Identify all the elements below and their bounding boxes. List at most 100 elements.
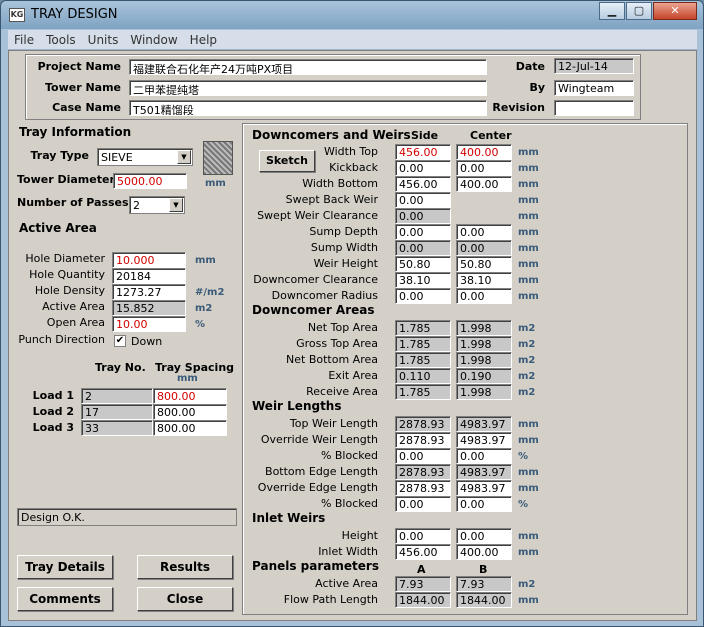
load-3-spacing[interactable]: 800.00 bbox=[153, 420, 227, 436]
load-2-spacing[interactable]: 800.00 bbox=[153, 404, 227, 420]
tray-spacing-unit: mm bbox=[177, 373, 198, 384]
dc_areas-side-3: 0.110 bbox=[395, 368, 451, 384]
case-name-label: Case Name bbox=[52, 101, 121, 114]
downcomers-unit-8: mm bbox=[518, 275, 539, 286]
downcomers-center-9[interactable]: 0.00 bbox=[456, 288, 512, 304]
inlet_weirs-side-1[interactable]: 456.00 bbox=[395, 544, 451, 560]
minimize-icon[interactable]: ▁ bbox=[599, 2, 625, 20]
weir_lengths-side-1[interactable]: 2878.93 bbox=[395, 432, 451, 448]
weir_lengths-side-5[interactable]: 0.00 bbox=[395, 496, 451, 512]
dc_areas-unit-2: m2 bbox=[518, 355, 536, 366]
active-area-unit: m2 bbox=[195, 303, 213, 314]
inlet_weirs-center-1[interactable]: 400.00 bbox=[456, 544, 512, 560]
downcomers-center-8[interactable]: 38.10 bbox=[456, 272, 512, 288]
dc_areas-label-3: Exit Area bbox=[328, 369, 378, 382]
menu-file[interactable]: File bbox=[8, 30, 40, 50]
tray-info-heading: Tray Information bbox=[19, 125, 132, 139]
dc_areas-center-4: 1.998 bbox=[456, 384, 512, 400]
status-text: Design O.K. bbox=[17, 508, 237, 526]
open-area-label: Open Area bbox=[46, 316, 105, 329]
hole-density-field[interactable]: 1273.27 bbox=[112, 284, 186, 300]
weir_lengths-label-0: Top Weir Length bbox=[289, 417, 378, 430]
weir_lengths-side-4[interactable]: 2878.93 bbox=[395, 480, 451, 496]
downcomers-label-5: Sump Depth bbox=[309, 225, 378, 238]
downcomers-center-2[interactable]: 400.00 bbox=[456, 176, 512, 192]
weir_lengths-center-2[interactable]: 0.00 bbox=[456, 448, 512, 464]
by-field[interactable]: Wingteam bbox=[554, 80, 634, 96]
downcomers-side-3[interactable]: 0.00 bbox=[395, 192, 451, 208]
inlet_weirs-center-0[interactable]: 0.00 bbox=[456, 528, 512, 544]
project-name-field[interactable]: 福建联合石化年产24万吨PX项目 bbox=[129, 59, 487, 75]
downcomers-unit-5: mm bbox=[518, 227, 539, 238]
tray-type-select[interactable]: SIEVE ▼ bbox=[97, 148, 193, 166]
panels-label-0: Active Area bbox=[315, 577, 378, 590]
hole-diameter-unit: mm bbox=[195, 255, 216, 266]
load-2-label: Load 2 bbox=[32, 405, 74, 418]
weir_lengths-unit-4: mm bbox=[518, 483, 539, 494]
active-area-field: 15.852 bbox=[112, 300, 186, 316]
revision-label: Revision bbox=[492, 101, 545, 114]
title-bar[interactable]: KG TRAY DESIGN ▁ ▢ ✕ bbox=[1, 1, 703, 29]
tower-diameter-field[interactable]: 5000.00 bbox=[113, 173, 187, 189]
downcomers-center-5[interactable]: 0.00 bbox=[456, 224, 512, 240]
inlet_weirs-label-0: Height bbox=[341, 529, 378, 542]
hole-quantity-field[interactable]: 20184 bbox=[112, 268, 186, 284]
chevron-down-icon[interactable]: ▼ bbox=[177, 150, 191, 164]
results-button[interactable]: Results bbox=[137, 555, 233, 579]
downcomers-label-0: Width Top bbox=[323, 145, 378, 158]
inlet_weirs-unit-1: mm bbox=[518, 547, 539, 558]
hole-density-unit: #/m2 bbox=[195, 287, 225, 298]
menu-tools[interactable]: Tools bbox=[40, 30, 82, 50]
comments-button[interactable]: Comments bbox=[17, 587, 113, 611]
dc_areas-unit-0: m2 bbox=[518, 323, 536, 334]
weir_lengths-center-1[interactable]: 4983.97 bbox=[456, 432, 512, 448]
hole-diameter-field[interactable]: 10.000 bbox=[112, 252, 186, 268]
weir_lengths-center-5[interactable]: 0.00 bbox=[456, 496, 512, 512]
weir_lengths-side-0: 2878.93 bbox=[395, 416, 451, 432]
punch-direction-value: Down bbox=[131, 335, 163, 348]
downcomers-side-5[interactable]: 0.00 bbox=[395, 224, 451, 240]
punch-direction-label: Punch Direction bbox=[18, 333, 105, 346]
chevron-down-icon[interactable]: ▼ bbox=[169, 198, 183, 212]
open-area-field[interactable]: 10.00 bbox=[112, 316, 186, 332]
weir_lengths-side-2[interactable]: 0.00 bbox=[395, 448, 451, 464]
load-1-spacing[interactable]: 800.00 bbox=[153, 388, 227, 404]
downcomers-side-7[interactable]: 50.80 bbox=[395, 256, 451, 272]
downcomers-side-1[interactable]: 0.00 bbox=[395, 160, 451, 176]
weir_lengths-unit-1: mm bbox=[518, 435, 539, 446]
weir_lengths-unit-3: mm bbox=[518, 467, 539, 478]
downcomers-label-8: Downcomer Clearance bbox=[253, 273, 378, 286]
downcomers-side-2[interactable]: 456.00 bbox=[395, 176, 451, 192]
downcomers-side-9[interactable]: 0.00 bbox=[395, 288, 451, 304]
downcomers-label-2: Width Bottom bbox=[302, 177, 378, 190]
weir_lengths-center-4[interactable]: 4983.97 bbox=[456, 480, 512, 496]
punch-direction-checkbox[interactable]: ✔ bbox=[114, 335, 126, 347]
weir_lengths-label-5: % Blocked bbox=[320, 497, 378, 510]
tower-name-field[interactable]: 二甲苯提纯塔 bbox=[129, 80, 487, 96]
tower-diameter-label: Tower Diameter bbox=[17, 173, 115, 186]
maximize-icon[interactable]: ▢ bbox=[626, 2, 652, 20]
inlet_weirs-side-0[interactable]: 0.00 bbox=[395, 528, 451, 544]
tray-details-button[interactable]: Tray Details bbox=[17, 555, 113, 579]
close-icon[interactable]: ✕ bbox=[653, 2, 697, 20]
revision-field[interactable] bbox=[554, 100, 634, 116]
downcomers-center-1[interactable]: 0.00 bbox=[456, 160, 512, 176]
case-name-field[interactable]: T501精馏段 bbox=[129, 100, 487, 116]
app-icon: KG bbox=[9, 8, 25, 22]
dc_areas-side-0: 1.785 bbox=[395, 320, 451, 336]
menu-units[interactable]: Units bbox=[82, 30, 125, 50]
load-1-label: Load 1 bbox=[32, 389, 74, 402]
side-header: Side bbox=[411, 129, 439, 142]
downcomers-center-7[interactable]: 50.80 bbox=[456, 256, 512, 272]
passes-select[interactable]: 2 ▼ bbox=[129, 196, 185, 214]
panel-a-header: A bbox=[417, 563, 426, 576]
downcomers-center-0[interactable]: 400.00 bbox=[456, 144, 512, 160]
downcomers-side-0[interactable]: 456.00 bbox=[395, 144, 451, 160]
menu-help[interactable]: Help bbox=[184, 30, 223, 50]
weir_lengths-label-2: % Blocked bbox=[320, 449, 378, 462]
close-button[interactable]: Close bbox=[137, 587, 233, 611]
panels-center-1: 1844.00 bbox=[456, 592, 512, 608]
menu-window[interactable]: Window bbox=[124, 30, 183, 50]
downcomers-side-8[interactable]: 38.10 bbox=[395, 272, 451, 288]
dc_areas-label-2: Net Bottom Area bbox=[286, 353, 378, 366]
